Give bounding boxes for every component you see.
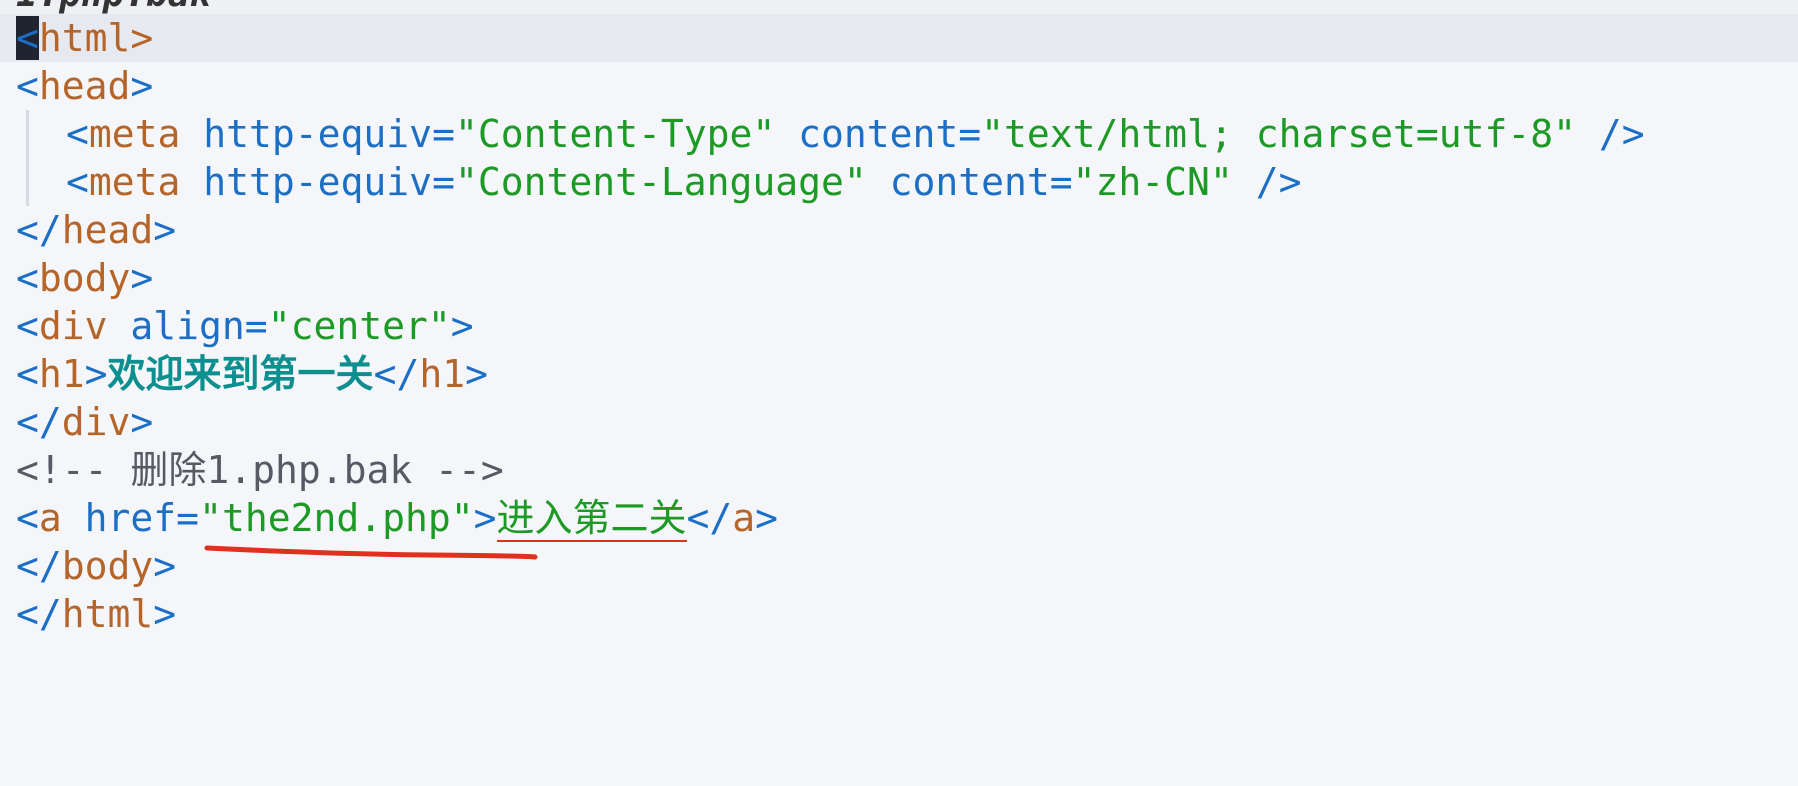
code-token: align= (107, 304, 268, 348)
code-token: < (16, 496, 39, 540)
code-line-content: <div align="center"> (16, 302, 474, 350)
code-token: > (84, 352, 108, 396)
code-token: http-equiv= (180, 160, 455, 204)
code-token: </ (16, 592, 62, 636)
code-line[interactable]: <head> (0, 62, 1798, 110)
code-line-content: <meta http-equiv="Content-Type" content=… (66, 110, 1645, 158)
code-token: "Content-Language" (454, 160, 867, 204)
code-token: 欢迎来到第一关 (107, 352, 374, 396)
code-token: h1 (38, 352, 85, 396)
code-token: http-equiv= (180, 112, 455, 156)
code-token: </ (686, 496, 733, 540)
code-token: < (66, 112, 89, 156)
code-line[interactable]: </html> (0, 590, 1798, 638)
code-line[interactable]: </body> (0, 542, 1798, 590)
code-line[interactable]: <a href="the2nd.php">进入第二关</a> (0, 494, 1798, 542)
code-line[interactable]: <h1>欢迎来到第一关</h1> (0, 350, 1798, 398)
code-line-content: <h1>欢迎来到第一关</h1> (16, 350, 488, 398)
code-token: meta (88, 112, 181, 156)
code-line[interactable]: <div align="center"> (0, 302, 1798, 350)
code-line-content: <meta http-equiv="Content-Language" cont… (66, 158, 1301, 206)
code-line-content: <body> (16, 254, 153, 302)
code-line[interactable]: <meta http-equiv="Content-Type" content=… (0, 110, 1798, 158)
code-token: <!-- 删除1.php.bak --> (16, 448, 504, 492)
code-token: </ (16, 544, 62, 588)
code-line[interactable]: </head> (0, 206, 1798, 254)
code-token: > (755, 496, 779, 540)
code-line-content: <head> (16, 62, 153, 110)
code-line[interactable]: <body> (0, 254, 1798, 302)
code-line[interactable]: <html> (0, 14, 1798, 62)
code-token: > (153, 208, 177, 252)
code-token: > (473, 496, 497, 540)
file-tab-title[interactable]: 1.php.bak (16, 0, 211, 14)
code-token: < (16, 352, 39, 396)
code-token: > (130, 64, 154, 108)
code-line-content: <!-- 删除1.php.bak --> (16, 446, 504, 494)
code-token: meta (88, 160, 181, 204)
code-token: a (732, 496, 756, 540)
code-line-content: </html> (16, 590, 176, 638)
code-token: > (130, 256, 154, 300)
code-token: </ (373, 352, 420, 396)
code-token: "center" (267, 304, 451, 348)
code-token: < (16, 304, 39, 348)
code-token: html (61, 592, 154, 636)
code-token: "the2nd.php" (199, 496, 474, 540)
code-line-content: </head> (16, 206, 176, 254)
code-token: </ (16, 208, 62, 252)
code-token: < (66, 160, 89, 204)
code-token: < (16, 64, 39, 108)
code-token: content= (775, 112, 982, 156)
code-line[interactable]: </div> (0, 398, 1798, 446)
code-token: h1 (419, 352, 466, 396)
code-token: > (465, 352, 488, 396)
code-token: "text/html; charset=utf-8" (981, 112, 1576, 156)
code-token: > (130, 400, 154, 444)
indent-guide (26, 110, 29, 158)
code-token: /> (1232, 160, 1302, 204)
code-token: "Content-Type" (454, 112, 776, 156)
code-token: a (38, 496, 62, 540)
code-token: 进入第二关 (496, 496, 687, 542)
code-token: html (38, 16, 131, 60)
file-tab-strip[interactable]: 1.php.bak (0, 0, 1798, 14)
code-token: > (450, 304, 474, 348)
code-token: head (38, 64, 131, 108)
code-line[interactable]: <!-- 删除1.php.bak --> (0, 446, 1798, 494)
text-cursor: < (16, 16, 39, 60)
code-line-content: <a href="the2nd.php">进入第二关</a> (16, 494, 778, 542)
code-token: > (153, 544, 177, 588)
code-line-content: </body> (16, 542, 176, 590)
code-token: head (61, 208, 154, 252)
code-line[interactable]: <meta http-equiv="Content-Language" cont… (0, 158, 1798, 206)
code-token: < (16, 256, 39, 300)
code-token: href= (61, 496, 200, 540)
code-token: /> (1575, 112, 1645, 156)
code-token: div (38, 304, 108, 348)
code-token: body (38, 256, 131, 300)
code-token: > (153, 592, 177, 636)
code-line-content: </div> (16, 398, 153, 446)
indent-guide (26, 158, 29, 206)
code-token: content= (866, 160, 1073, 204)
code-line-content: <html> (16, 14, 153, 62)
code-token: div (61, 400, 131, 444)
code-token: > (130, 16, 154, 60)
code-token: "zh-CN" (1072, 160, 1233, 204)
code-editor[interactable]: 1.php.bak <html><head><meta http-equiv="… (0, 0, 1798, 786)
code-token: body (61, 544, 154, 588)
code-token: </ (16, 400, 62, 444)
